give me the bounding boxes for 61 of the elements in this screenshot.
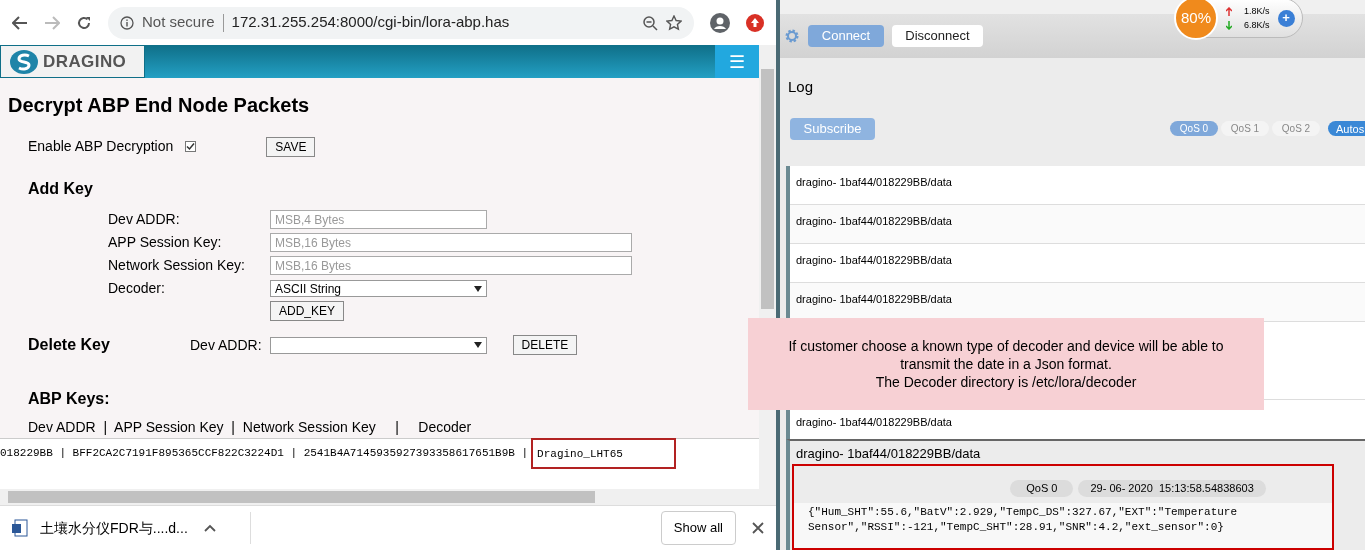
- input-field[interactable]: MSB,16 Bytes: [270, 256, 632, 275]
- input-field[interactable]: MSB,4 Bytes: [270, 210, 487, 229]
- detail-topic: dragino- 1baf44/018229BB/data: [795, 444, 982, 463]
- log-row[interactable]: dragino- 1baf44/018229BB/data: [790, 243, 1365, 283]
- back-icon[interactable]: [12, 15, 28, 30]
- section-title: Add Key: [28, 179, 94, 199]
- dropdown-icon: [474, 285, 482, 292]
- decoder-select[interactable]: ASCII String: [270, 280, 487, 297]
- document-icon: [12, 519, 28, 537]
- close-icon[interactable]: [752, 522, 764, 534]
- log-label: Log: [788, 77, 815, 97]
- field-label: Dev ADDR:: [190, 335, 262, 355]
- disconnect-button[interactable]: Disconnect: [892, 24, 983, 47]
- field-label: Decoder:: [108, 279, 166, 298]
- enable-checkbox[interactable]: [185, 141, 197, 152]
- add-key-button[interactable]: ADD_KEY: [270, 301, 345, 321]
- decoder-cell: Dragino_LHT65: [531, 438, 677, 469]
- horizontal-scrollbar[interactable]: [0, 489, 759, 505]
- security-label: Not secure: [142, 12, 215, 33]
- download-arrow-icon: [1226, 20, 1232, 30]
- field-label: Dev ADDR:: [108, 210, 181, 229]
- input-field[interactable]: MSB,16 Bytes: [270, 233, 632, 252]
- chevron-icon[interactable]: [203, 524, 216, 532]
- key-row-text: 018229BB | BFF2CA2C7191F895365CCF822C3224D1 | 2541B4A7145935927393358617651B9B |: [0, 446, 529, 461]
- upload-speed: 1.8K/s: [1244, 5, 1270, 18]
- logo-icon: [9, 48, 39, 75]
- url-text: 172.31.255.254:8000/cgi-bin/lora-abp.has: [231, 12, 511, 33]
- star-icon[interactable]: [666, 14, 682, 31]
- download-speed: 6.8K/s: [1244, 19, 1270, 32]
- reload-icon[interactable]: [76, 14, 92, 31]
- callout-text: The Decoder directory is /etc/lora/decoder: [875, 373, 1137, 391]
- info-icon: [120, 15, 134, 30]
- autoscroll-toggle[interactable]: Autos: [1328, 121, 1365, 136]
- timestamp-tag: 29- 06- 2020 15:13:58.54838603: [1078, 480, 1266, 497]
- payload-text: {"Hum_SHT":55.6,"BatV":2.929,"TempC_DS":327.67,"EXT":"Temperature Sensor","RSSI":-121,"TempC_SHT":28.91,"SNR":4.2,"ext_sensor":0}: [807, 504, 1239, 535]
- page-title: Decrypt ABP End Node Packets: [8, 93, 311, 118]
- field-label: Network Session Key:: [108, 256, 246, 275]
- callout-text: If customer choose a known type of decoder and device will be able to transmit the date in a Json format.: [787, 337, 1225, 373]
- keys-header: Dev ADDR | APP Session Key | Network Session Key | Decoder: [28, 418, 473, 437]
- save-button[interactable]: SAVE: [266, 136, 316, 157]
- section-title: Delete Key: [28, 335, 111, 355]
- zoom-out-icon[interactable]: [642, 14, 658, 31]
- usage-badge: 80%: [1174, 0, 1218, 40]
- dev-addr-select[interactable]: [269, 336, 487, 354]
- plus-button[interactable]: +: [1277, 9, 1295, 27]
- address-bar[interactable]: Not secure 172.31.255.254:8000/cgi-bin/lora-abp.has: [108, 6, 694, 39]
- dropdown-icon: [473, 342, 482, 348]
- log-row[interactable]: dragino- 1baf44/018229BB/data: [790, 165, 1365, 205]
- logo[interactable]: DRAGINO: [0, 45, 145, 78]
- delete-button[interactable]: DELETE: [512, 335, 578, 355]
- section-title: ABP Keys:: [28, 389, 111, 409]
- update-icon[interactable]: [746, 13, 764, 32]
- qos-tag: QoS 0: [1010, 480, 1074, 497]
- upload-arrow-icon: [1226, 6, 1232, 16]
- enable-label: Enable ABP Decryption: [28, 137, 174, 156]
- field-label: APP Session Key:: [108, 233, 223, 252]
- show-all-button[interactable]: Show all: [660, 511, 736, 545]
- log-row[interactable]: dragino- 1baf44/018229BB/data: [790, 204, 1365, 244]
- logo-text: DRAGINO: [43, 50, 127, 73]
- download-item[interactable]: 土壤水分仪FDR与....d...: [40, 517, 188, 539]
- account-icon[interactable]: [710, 12, 730, 33]
